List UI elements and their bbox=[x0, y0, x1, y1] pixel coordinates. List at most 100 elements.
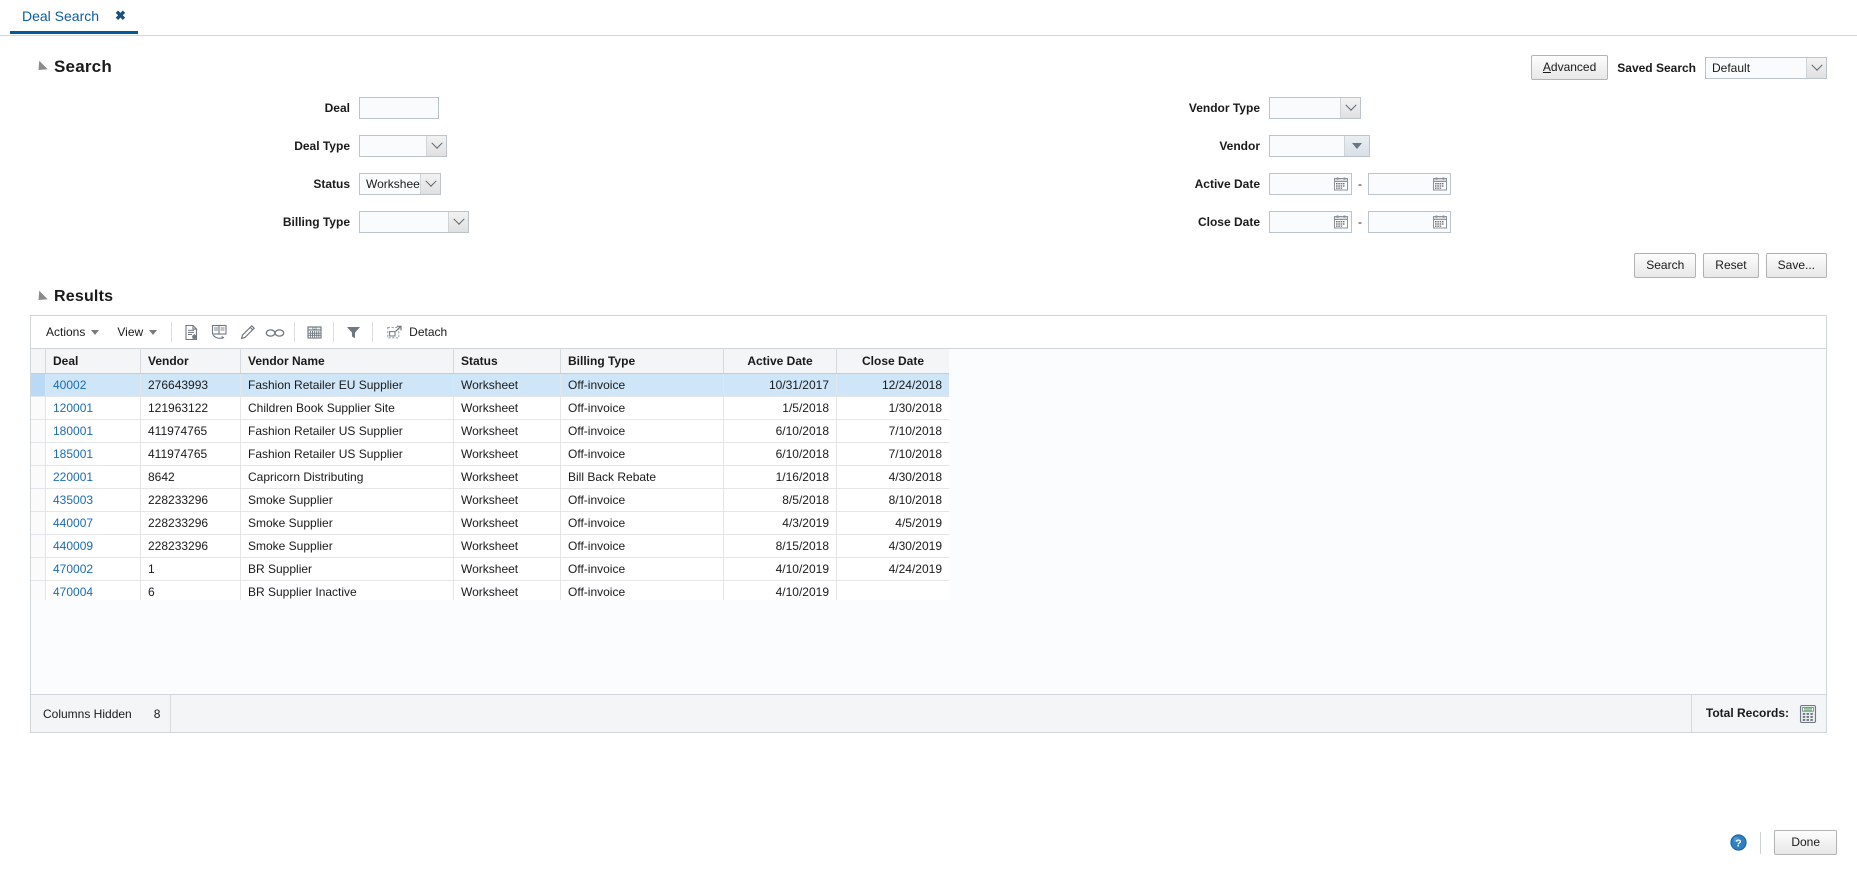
row-selector[interactable] bbox=[31, 373, 46, 397]
calendar-icon[interactable] bbox=[1433, 177, 1447, 191]
column-header-deal[interactable]: Deal bbox=[45, 349, 141, 374]
column-header-billing_type[interactable]: Billing Type bbox=[560, 349, 724, 374]
cell-deal[interactable]: 40002 bbox=[45, 373, 141, 397]
calendar-icon[interactable] bbox=[1433, 215, 1447, 229]
field-vendor-type-label: Vendor Type bbox=[1188, 101, 1260, 115]
cell-billing_type: Bill Back Rebate bbox=[560, 465, 724, 489]
deal-type-select[interactable] bbox=[359, 135, 447, 157]
cell-vendor: 121963122 bbox=[140, 396, 241, 420]
chevron-down-icon bbox=[149, 329, 158, 335]
deal-link[interactable]: 120001 bbox=[53, 401, 93, 415]
deal-link[interactable]: 440009 bbox=[53, 539, 93, 553]
deal-link[interactable]: 470004 bbox=[53, 585, 93, 599]
column-header-vendor[interactable]: Vendor bbox=[140, 349, 241, 374]
row-selector[interactable] bbox=[31, 557, 46, 581]
search-section-header: Search bbox=[34, 57, 112, 77]
cell-vendor: 228233296 bbox=[140, 488, 241, 512]
column-header-close_date[interactable]: Close Date bbox=[836, 349, 950, 374]
calendar-icon[interactable] bbox=[1334, 215, 1348, 229]
view-menu[interactable]: View bbox=[108, 319, 166, 345]
grid-empty-area bbox=[31, 600, 1826, 694]
table-row[interactable]: 40002 276643993 Fashion Retailer EU Suppli… bbox=[31, 373, 950, 397]
collapse-triangle-icon[interactable] bbox=[34, 60, 48, 74]
search-button[interactable]: Search bbox=[1634, 253, 1697, 278]
vendor-lov-select[interactable] bbox=[1269, 135, 1370, 157]
table-row[interactable]: 470002 1 BR Supplier Worksheet Off-invoice 4/… bbox=[31, 557, 950, 581]
create-icon[interactable] bbox=[177, 319, 205, 345]
cell-deal[interactable]: 220001 bbox=[45, 465, 141, 489]
row-selector[interactable] bbox=[31, 488, 46, 512]
cell-deal[interactable]: 185001 bbox=[45, 442, 141, 466]
filter-funnel-icon[interactable] bbox=[339, 319, 367, 345]
view-glasses-icon[interactable] bbox=[261, 319, 289, 345]
deal-link[interactable]: 440007 bbox=[53, 516, 93, 530]
table-row[interactable]: 435003 228233296 Smoke Supplier Worksheet Of… bbox=[31, 488, 950, 512]
columns-hidden-count: 8 bbox=[153, 706, 161, 721]
field-vendor-type: Vendor Type bbox=[1120, 97, 1361, 119]
deal-link[interactable]: 180001 bbox=[53, 424, 93, 438]
cell-deal[interactable]: 435003 bbox=[45, 488, 141, 512]
row-selector[interactable] bbox=[31, 396, 46, 420]
chevron-down-icon bbox=[91, 329, 100, 335]
footer-divider bbox=[1760, 831, 1762, 854]
deal-link[interactable]: 435003 bbox=[53, 493, 93, 507]
edit-pencil-icon[interactable] bbox=[233, 319, 261, 345]
column-header-status[interactable]: Status bbox=[453, 349, 561, 374]
search-toolbar-right: Advanced Saved Search Default bbox=[1530, 55, 1827, 80]
table-row[interactable]: 220001 8642 Capricorn Distributing Workshee… bbox=[31, 465, 950, 489]
deal-link[interactable]: 220001 bbox=[53, 470, 93, 484]
done-button[interactable]: Done bbox=[1774, 830, 1837, 855]
cell-deal[interactable]: 180001 bbox=[45, 419, 141, 443]
deal-link[interactable]: 185001 bbox=[53, 447, 93, 461]
saved-search-select[interactable]: Default bbox=[1705, 56, 1827, 79]
deal-type-value bbox=[360, 136, 426, 156]
row-selector[interactable] bbox=[31, 465, 46, 489]
reset-button[interactable]: Reset bbox=[1703, 253, 1759, 278]
cell-status: Worksheet bbox=[453, 534, 561, 558]
close-icon[interactable]: ✖ bbox=[115, 9, 126, 22]
row-selector[interactable] bbox=[31, 442, 46, 466]
help-icon[interactable]: ? bbox=[1730, 834, 1747, 851]
row-selector[interactable] bbox=[31, 419, 46, 443]
deal-input[interactable] bbox=[359, 97, 439, 119]
collapse-triangle-icon[interactable] bbox=[34, 290, 48, 304]
cell-deal[interactable]: 440009 bbox=[45, 534, 141, 558]
advanced-button[interactable]: Advanced bbox=[1530, 55, 1609, 80]
status-select[interactable]: Worksheet bbox=[359, 173, 441, 195]
cell-close_date: 4/24/2019 bbox=[836, 557, 950, 581]
table-row[interactable]: 185001 411974765 Fashion Retailer US Suppl… bbox=[31, 442, 950, 466]
cell-vendor_name: Fashion Retailer US Supplier bbox=[240, 419, 454, 443]
export-to-spreadsheet-icon[interactable]: XLS bbox=[300, 319, 328, 345]
deal-link[interactable]: 40002 bbox=[53, 378, 86, 392]
detach-button[interactable]: Detach bbox=[378, 319, 455, 345]
table-row[interactable]: 120001 121963122 Children Book Supplier Si… bbox=[31, 396, 950, 420]
duplicate-icon[interactable] bbox=[205, 319, 233, 345]
cell-status: Worksheet bbox=[453, 442, 561, 466]
cell-deal[interactable]: 120001 bbox=[45, 396, 141, 420]
chevron-down-icon bbox=[448, 212, 468, 232]
billing-type-select[interactable] bbox=[359, 211, 469, 233]
active-date-to bbox=[1368, 173, 1451, 195]
save-button[interactable]: Save... bbox=[1765, 253, 1827, 278]
cell-deal[interactable]: 440007 bbox=[45, 511, 141, 535]
deal-link[interactable]: 470002 bbox=[53, 562, 93, 576]
calendar-icon[interactable] bbox=[1334, 177, 1348, 191]
tab-deal-search[interactable]: Deal Search ✖ bbox=[10, 0, 138, 34]
row-selector[interactable] bbox=[31, 534, 46, 558]
column-header-active_date[interactable]: Active Date bbox=[723, 349, 837, 374]
table-row[interactable]: 440009 228233296 Smoke Supplier Worksheet Of… bbox=[31, 534, 950, 558]
table-row[interactable]: 180001 411974765 Fashion Retailer US Suppl… bbox=[31, 419, 950, 443]
cell-active_date: 1/5/2018 bbox=[723, 396, 837, 420]
row-selector[interactable] bbox=[31, 511, 46, 535]
actions-menu[interactable]: Actions bbox=[37, 319, 108, 345]
cell-deal[interactable]: 470002 bbox=[45, 557, 141, 581]
table-row[interactable]: 440007 228233296 Smoke Supplier Worksheet Of… bbox=[31, 511, 950, 535]
triangle-down-icon bbox=[1344, 136, 1369, 156]
vendor-type-value bbox=[1270, 98, 1340, 118]
vendor-type-select[interactable] bbox=[1269, 97, 1361, 119]
toolbar-divider bbox=[171, 322, 173, 342]
field-deal-type: Deal Type bbox=[280, 135, 447, 157]
actions-menu-label: Actions bbox=[46, 325, 86, 339]
calculator-icon[interactable] bbox=[1799, 704, 1817, 724]
column-header-vendor_name[interactable]: Vendor Name bbox=[240, 349, 454, 374]
